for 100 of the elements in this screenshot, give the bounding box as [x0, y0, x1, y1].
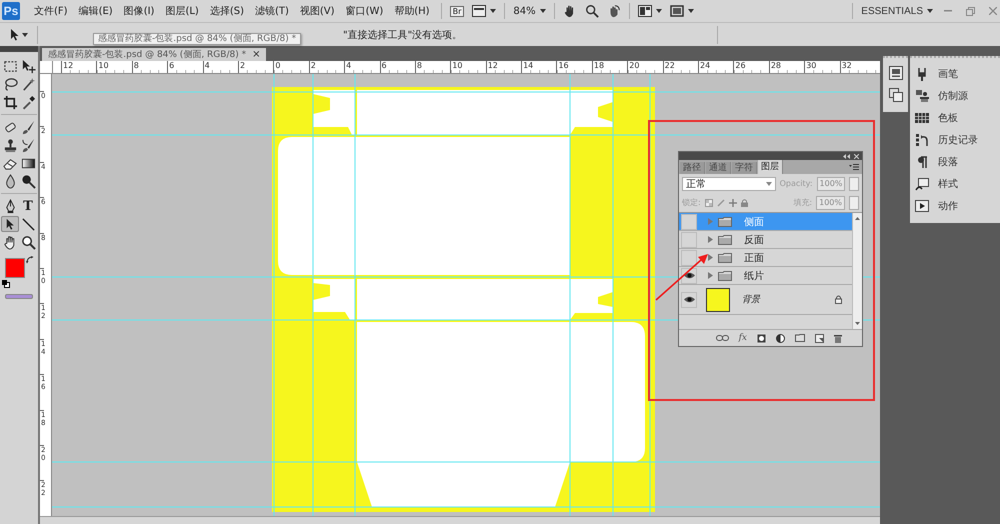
- scrollbar[interactable]: [852, 213, 862, 329]
- stacked-pages-icon[interactable]: [888, 88, 902, 102]
- visibility-toggle[interactable]: [681, 268, 697, 284]
- visibility-toggle[interactable]: [681, 214, 697, 230]
- caret-icon: [766, 182, 772, 186]
- ruler-label: 14: [521, 61, 556, 73]
- panel-button[interactable]: 段落: [915, 151, 1000, 173]
- swatches-grid-icon: [915, 111, 929, 125]
- layer-row[interactable]: 纸片: [679, 267, 852, 285]
- type-tool[interactable]: T: [19, 198, 37, 214]
- panel-button[interactable]: 样式: [915, 173, 1000, 195]
- panel-label: 动作: [938, 200, 958, 213]
- menu-item[interactable]: 滤镜(T): [254, 4, 289, 18]
- blend-mode-dropdown[interactable]: 正常: [682, 176, 776, 190]
- ruler-label: 12: [61, 61, 96, 73]
- ruler-label: 16: [556, 61, 592, 73]
- layout-icon[interactable]: [472, 5, 486, 17]
- ruler-label: 24: [698, 61, 734, 73]
- folder-icon: [718, 234, 732, 244]
- screen-mode-icon[interactable]: [670, 5, 684, 17]
- panel-button[interactable]: 动作: [915, 195, 1000, 217]
- caret-icon[interactable]: [656, 9, 662, 13]
- pointer-arrow-icon[interactable]: [10, 28, 20, 40]
- panel-button[interactable]: 色板: [915, 107, 1000, 129]
- layer-row[interactable]: 背景: [679, 285, 852, 315]
- ruler-label: 8: [132, 61, 168, 73]
- menu-item[interactable]: 选择(S): [210, 4, 244, 18]
- zoom-icon[interactable]: [19, 234, 37, 250]
- close-icon[interactable]: [854, 154, 859, 158]
- caret-icon[interactable]: [688, 9, 694, 13]
- panel-tab[interactable]: 字符: [732, 162, 757, 174]
- foreground-color-swatch[interactable]: [5, 258, 25, 278]
- menu-item[interactable]: 图像(I): [124, 4, 154, 18]
- crop-icon[interactable]: [1, 94, 19, 110]
- ruler-label: 22: [662, 61, 698, 73]
- annotation-arrow: [655, 254, 708, 301]
- layer-name: 纸片: [744, 270, 764, 282]
- folder-icon: [718, 270, 732, 280]
- panel-menu-icon[interactable]: [849, 164, 859, 170]
- menu-item[interactable]: 窗口(W): [346, 4, 384, 18]
- expand-arrow-icon[interactable]: [707, 254, 714, 261]
- ruler-label: 30: [804, 61, 840, 73]
- opacity-slider-button[interactable]: [849, 176, 859, 190]
- document-tab[interactable]: 感感冒药胶囊-包装.psd @ 84% (侧面, RGB/8) * ×: [42, 48, 266, 61]
- styles-icon: [915, 177, 929, 191]
- lock-label: 锁定:: [682, 197, 701, 208]
- layer-style-button[interactable]: fx: [738, 333, 747, 343]
- caret-icon[interactable]: [22, 32, 28, 36]
- visibility-toggle[interactable]: [681, 292, 697, 308]
- layer-row[interactable]: 反面: [679, 231, 852, 249]
- visibility-toggle[interactable]: [681, 232, 697, 248]
- lock-position-icon[interactable]: [728, 198, 737, 206]
- ruler-label: 10: [450, 61, 486, 73]
- trash-icon[interactable]: [834, 334, 842, 342]
- menu-item[interactable]: 图层(L): [165, 4, 199, 18]
- caret-icon[interactable]: [927, 9, 933, 13]
- scroll-up-icon[interactable]: [855, 217, 860, 220]
- mask-icon[interactable]: [757, 334, 766, 342]
- caret-icon[interactable]: [540, 9, 546, 13]
- ruler-label: 6: [167, 61, 203, 73]
- menu-item[interactable]: 帮助(H): [394, 4, 430, 18]
- ruler-label: 12: [486, 61, 522, 73]
- panel-button[interactable]: 仿制源: [915, 85, 1000, 107]
- menu-item[interactable]: 文件(F): [34, 4, 68, 18]
- ruler-label: 6: [380, 61, 415, 73]
- ruler-label: 2: [238, 61, 274, 73]
- menu-item[interactable]: 视图(V): [300, 4, 335, 18]
- panel-button[interactable]: 历史记录: [915, 129, 1000, 151]
- layer-row[interactable]: 正面: [679, 249, 852, 267]
- panel-button[interactable]: 画笔: [915, 63, 1000, 85]
- panel-icon[interactable]: [888, 66, 902, 80]
- panel-tab[interactable]: 通道: [706, 162, 731, 174]
- play-icon: [915, 199, 929, 213]
- fill-slider-button[interactable]: [849, 196, 859, 210]
- adjustment-icon[interactable]: [776, 334, 785, 342]
- folder-icon[interactable]: [795, 334, 805, 342]
- zoom-icon[interactable]: [584, 4, 599, 18]
- close-button[interactable]: ×: [252, 49, 260, 60]
- expand-arrow-icon[interactable]: [707, 272, 714, 279]
- default-colors-icon[interactable]: [2, 280, 10, 288]
- app-logo: Ps: [2, 2, 20, 20]
- history-icon: [915, 133, 929, 147]
- panel-tab[interactable]: 路径: [680, 162, 705, 174]
- new-layer-icon[interactable]: [815, 334, 824, 342]
- caret-icon[interactable]: [490, 9, 496, 13]
- bridge-button[interactable]: Br: [450, 6, 464, 16]
- menu-item[interactable]: 编辑(E): [78, 4, 113, 18]
- layer-name: 反面: [744, 234, 764, 246]
- ruler-label: 26: [733, 61, 769, 73]
- panel-tab[interactable]: 图层: [758, 160, 783, 174]
- workspace-switcher[interactable]: ESSENTIALS: [861, 6, 923, 16]
- zoom-level[interactable]: 84%: [513, 6, 536, 16]
- ruler-label: 4: [344, 61, 380, 73]
- swap-arrows-icon[interactable]: [26, 256, 34, 264]
- visibility-toggle[interactable]: [681, 250, 697, 266]
- scroll-down-icon[interactable]: [855, 322, 860, 325]
- arrange-documents-icon[interactable]: [638, 5, 652, 17]
- link-icon[interactable]: [716, 335, 729, 341]
- document-title: 感感冒药胶囊-包装.psd @ 84% (侧面, RGB/8) *: [48, 48, 246, 61]
- expand-arrow-icon[interactable]: [707, 236, 714, 243]
